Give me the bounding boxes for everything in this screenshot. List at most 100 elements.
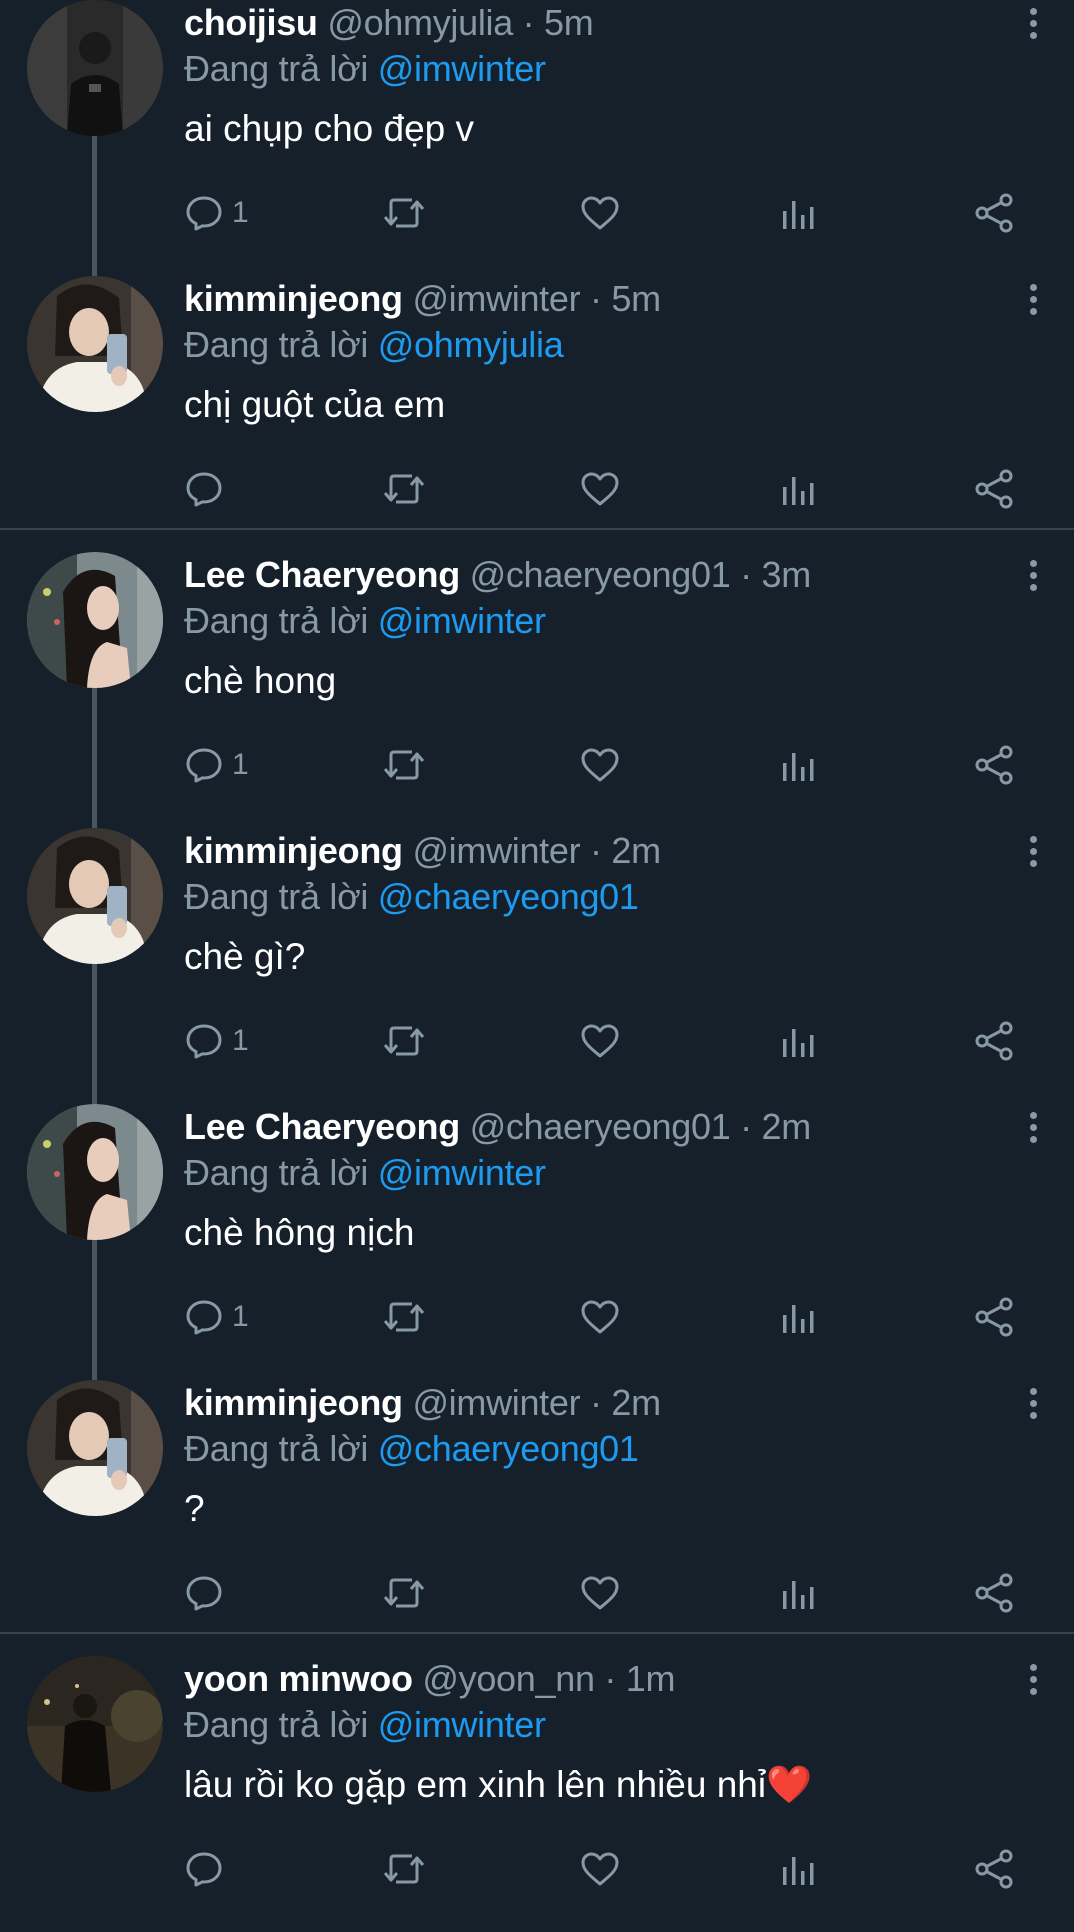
retweet-button[interactable] (382, 466, 426, 512)
display-name[interactable]: kimminjeong (184, 278, 403, 319)
avatar[interactable] (27, 552, 163, 688)
retweet-button[interactable] (382, 190, 426, 236)
display-name[interactable]: Lee Chaeryeong (184, 554, 460, 595)
analytics-button[interactable] (780, 742, 816, 788)
more-options-icon[interactable] (1026, 1112, 1040, 1150)
analytics-button[interactable] (780, 1570, 816, 1616)
mention-link[interactable]: @chaeryeong01 (378, 876, 639, 917)
timestamp[interactable]: 5m (611, 278, 661, 319)
analytics-button[interactable] (780, 1018, 816, 1064)
retweet-button[interactable] (382, 1570, 426, 1616)
tweet-text-body: chè gì? (184, 936, 306, 977)
analytics-icon (780, 1573, 816, 1613)
timestamp[interactable]: 1m (626, 1658, 676, 1699)
retweet-button[interactable] (382, 742, 426, 788)
tweet-card[interactable]: yoon minwoo @yoon_nn · 1m Đang trả lời @i… (0, 1656, 1074, 1932)
like-button[interactable] (580, 1570, 620, 1616)
display-name[interactable]: kimminjeong (184, 830, 403, 871)
more-options-icon[interactable] (1026, 1388, 1040, 1426)
replying-to-label: Đang trả lời (184, 48, 369, 89)
analytics-button[interactable] (780, 1294, 816, 1340)
reply-button[interactable]: 1 (184, 742, 249, 788)
display-name[interactable]: kimminjeong (184, 1382, 403, 1423)
avatar[interactable] (27, 276, 163, 412)
more-options-icon[interactable] (1026, 1664, 1040, 1702)
reply-icon (184, 1849, 224, 1889)
timestamp[interactable]: 3m (762, 554, 812, 595)
share-icon (974, 1297, 1014, 1337)
timestamp[interactable]: 2m (611, 1382, 661, 1423)
share-button[interactable] (974, 1294, 1014, 1340)
display-name[interactable]: Lee Chaeryeong (184, 1106, 460, 1147)
mention-link[interactable]: @imwinter (378, 1152, 546, 1193)
like-button[interactable] (580, 466, 620, 512)
avatar[interactable] (27, 1380, 163, 1516)
retweet-button[interactable] (382, 1294, 426, 1340)
retweet-button[interactable] (382, 1018, 426, 1064)
user-handle[interactable]: @imwinter (412, 830, 580, 871)
display-name[interactable]: yoon minwoo (184, 1658, 413, 1699)
retweet-button[interactable] (382, 1846, 426, 1892)
share-button[interactable] (974, 1570, 1014, 1616)
more-options-icon[interactable] (1026, 8, 1040, 46)
timestamp[interactable]: 5m (544, 2, 594, 43)
avatar[interactable] (27, 1104, 163, 1240)
mention-link[interactable]: @imwinter (378, 1704, 546, 1745)
share-button[interactable] (974, 742, 1014, 788)
reply-button[interactable]: 1 (184, 190, 249, 236)
mention-link[interactable]: @imwinter (378, 48, 546, 89)
retweet-icon (382, 1573, 426, 1613)
mention-link[interactable]: @ohmyjulia (378, 324, 564, 365)
reply-button[interactable] (184, 1846, 232, 1892)
user-handle[interactable]: @imwinter (412, 278, 580, 319)
tweet-card[interactable]: choijisu @ohmyjulia · 5m Đang trả lời @im… (0, 0, 1074, 276)
display-name[interactable]: choijisu (184, 2, 318, 43)
tweet-actions: 1 (184, 190, 1024, 236)
tweet-header: kimminjeong @imwinter · 2m (184, 1380, 1054, 1426)
tweet-card[interactable]: kimminjeong @imwinter · 2m Đang trả lời @… (0, 828, 1074, 1104)
user-handle[interactable]: @yoon_nn (422, 1658, 595, 1699)
reply-button[interactable] (184, 1570, 232, 1616)
share-button[interactable] (974, 466, 1014, 512)
mention-link[interactable]: @imwinter (378, 600, 546, 641)
more-options-icon[interactable] (1026, 284, 1040, 322)
separator-dot: · (594, 1658, 626, 1699)
like-button[interactable] (580, 190, 620, 236)
like-button[interactable] (580, 1294, 620, 1340)
more-options-icon[interactable] (1026, 560, 1040, 598)
share-button[interactable] (974, 190, 1014, 236)
retweet-icon (382, 1849, 426, 1889)
avatar[interactable] (27, 828, 163, 964)
tweet-card[interactable]: kimminjeong @imwinter · 2m Đang trả lời @… (0, 1380, 1074, 1634)
share-button[interactable] (974, 1846, 1014, 1892)
reply-button[interactable] (184, 466, 232, 512)
analytics-button[interactable] (780, 1846, 816, 1892)
analytics-button[interactable] (780, 466, 816, 512)
avatar[interactable] (27, 1656, 163, 1792)
replying-to-label: Đang trả lời (184, 600, 369, 641)
tweet-card[interactable]: Lee Chaeryeong @chaeryeong01 · 3m Đang tr… (0, 552, 1074, 828)
reply-button[interactable]: 1 (184, 1018, 249, 1064)
timestamp[interactable]: 2m (611, 830, 661, 871)
mention-link[interactable]: @chaeryeong01 (378, 1428, 639, 1469)
user-handle[interactable]: @imwinter (412, 1382, 580, 1423)
analytics-icon (780, 469, 816, 509)
tweet-text-body: lâu rồi ko gặp em xinh lên nhiều nhỉ (184, 1764, 767, 1805)
like-icon (580, 1297, 620, 1337)
tweet-card[interactable]: Lee Chaeryeong @chaeryeong01 · 2m Đang tr… (0, 1104, 1074, 1380)
timestamp[interactable]: 2m (762, 1106, 812, 1147)
tweet-content: Lee Chaeryeong @chaeryeong01 · 2m Đang tr… (184, 1104, 1054, 1256)
user-handle[interactable]: @chaeryeong01 (470, 1106, 731, 1147)
analytics-icon (780, 1021, 816, 1061)
like-button[interactable] (580, 742, 620, 788)
user-handle[interactable]: @ohmyjulia (327, 2, 513, 43)
reply-button[interactable]: 1 (184, 1294, 249, 1340)
avatar[interactable] (27, 0, 163, 136)
like-button[interactable] (580, 1846, 620, 1892)
user-handle[interactable]: @chaeryeong01 (470, 554, 731, 595)
share-button[interactable] (974, 1018, 1014, 1064)
tweet-card[interactable]: kimminjeong @imwinter · 5m Đang trả lời @… (0, 276, 1074, 530)
analytics-button[interactable] (780, 190, 816, 236)
more-options-icon[interactable] (1026, 836, 1040, 874)
like-button[interactable] (580, 1018, 620, 1064)
